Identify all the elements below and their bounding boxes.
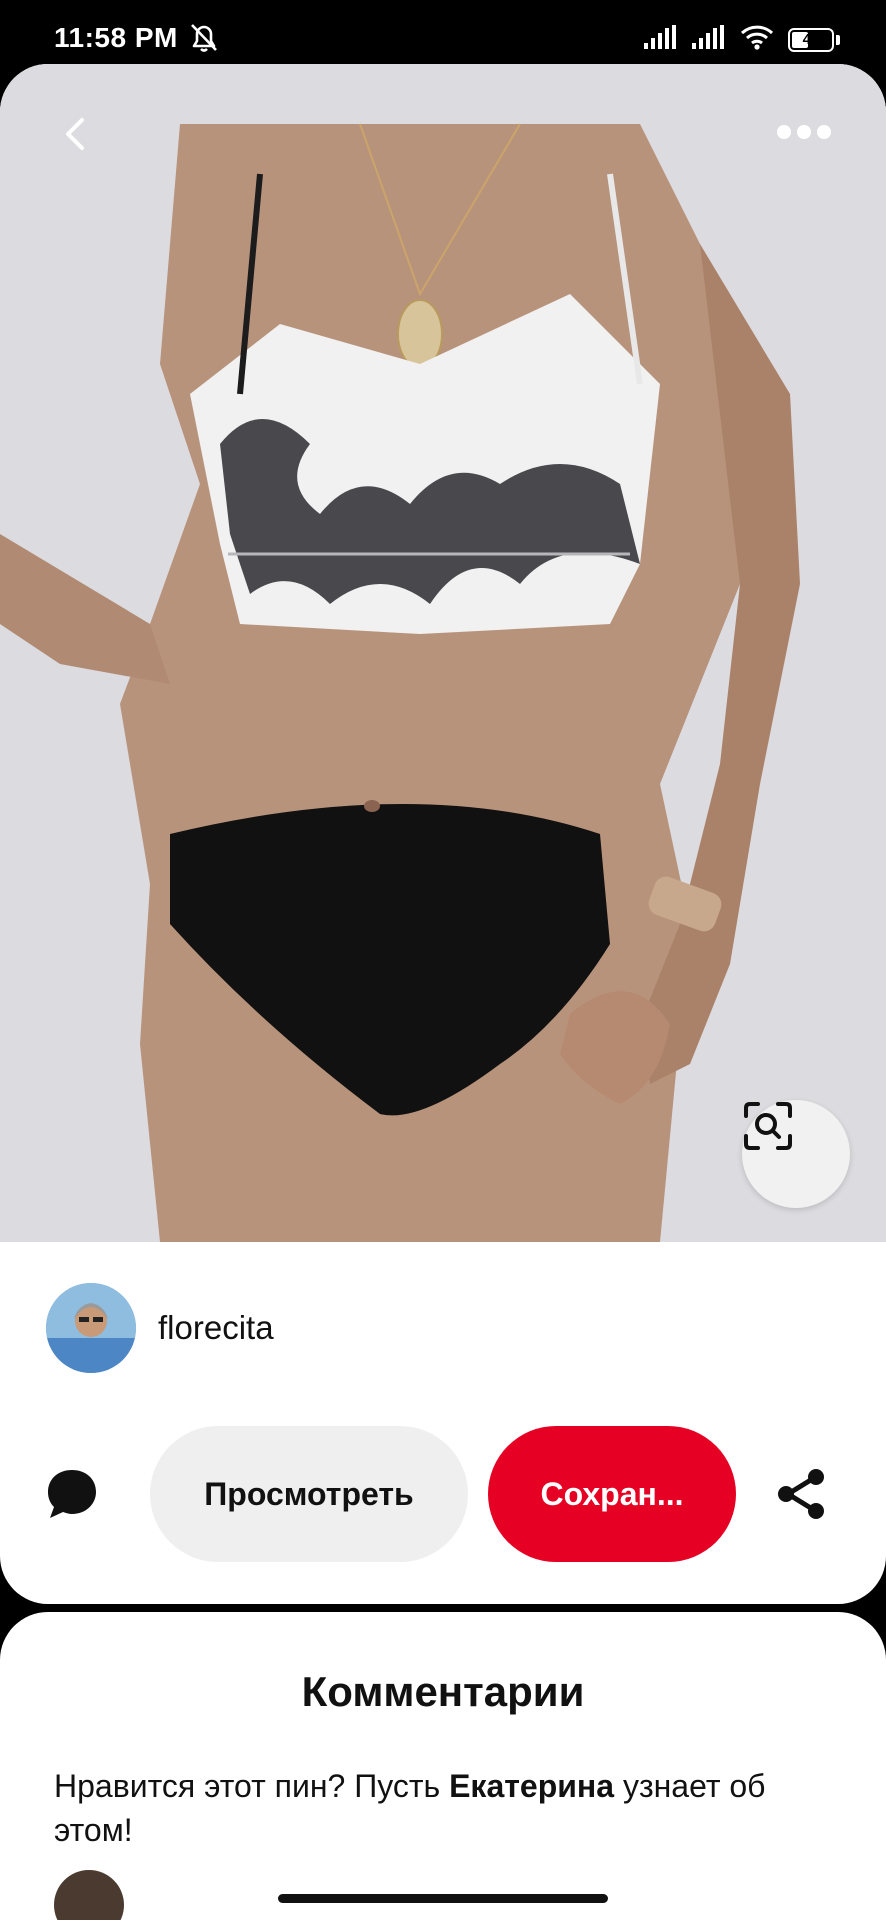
author-row[interactable]: florecita (46, 1282, 274, 1374)
share-icon (778, 1469, 824, 1519)
status-bar: 11:58 PM 41 (0, 0, 886, 70)
comment-button[interactable] (44, 1466, 100, 1522)
comment-icon (48, 1470, 96, 1518)
comment-avatar[interactable] (54, 1870, 124, 1920)
signal-icon (644, 25, 678, 54)
visual-search-button[interactable] (742, 1100, 850, 1208)
battery-level: 41 (802, 31, 820, 48)
battery-icon: 41 (788, 27, 840, 52)
action-bar: Просмотреть Сохран... (0, 1426, 886, 1562)
pin-image[interactable] (0, 64, 886, 1242)
chevron-left-icon (66, 118, 84, 150)
comments-prompt-name: Екатерина (449, 1768, 615, 1804)
comments-sheet: Комментарии Нравится этот пин? Пусть Ека… (0, 1612, 886, 1920)
avatar[interactable] (46, 1283, 136, 1373)
more-horizontal-icon (777, 125, 831, 139)
more-options-button[interactable] (774, 122, 834, 152)
status-time: 11:58 PM (54, 22, 178, 53)
wifi-icon (740, 24, 774, 55)
back-button[interactable] (60, 116, 112, 168)
visual-search-icon (744, 1102, 792, 1150)
signal-icon (692, 25, 726, 54)
home-indicator[interactable] (278, 1894, 608, 1903)
alarm-off-icon (188, 22, 220, 52)
comments-prompt-before: Нравится этот пин? Пусть (54, 1768, 450, 1804)
view-button[interactable]: Просмотреть (150, 1426, 468, 1562)
author-name[interactable]: florecita (158, 1309, 274, 1347)
comments-title: Комментарии (301, 1668, 585, 1715)
save-button[interactable]: Сохран... (488, 1426, 736, 1562)
comments-prompt: Нравится этот пин? Пусть Екатерина узнае… (54, 1764, 834, 1852)
pin-card: florecita Просмотреть Сохран... (0, 64, 886, 1604)
share-button[interactable] (774, 1466, 830, 1522)
